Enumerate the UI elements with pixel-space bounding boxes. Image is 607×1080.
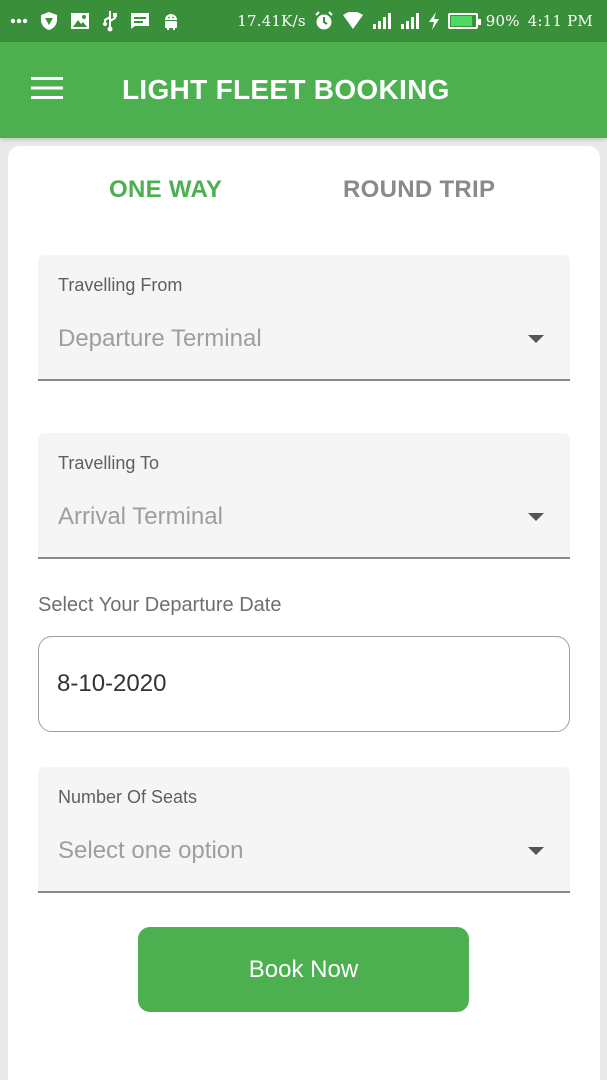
status-bar: 17.41K/s 90% 4:11 PM	[0, 0, 607, 42]
travelling-to-label: Travelling To	[58, 453, 160, 473]
book-now-button[interactable]: Book Now	[138, 927, 469, 1012]
status-bar-right: 17.41K/s 90% 4:11 PM	[237, 10, 593, 32]
wifi-icon	[342, 10, 364, 32]
alarm-icon	[314, 10, 334, 32]
menu-button[interactable]	[16, 59, 78, 121]
battery-percent: 90%	[485, 12, 520, 30]
dropdown-arrow-icon	[528, 847, 544, 855]
dropdown-arrow-icon	[528, 513, 544, 521]
vpn-shield-icon	[40, 10, 58, 32]
number-of-seats-value: Select one option	[58, 837, 244, 864]
travelling-to-value: Arrival Terminal	[58, 503, 223, 530]
usb-icon	[102, 10, 118, 32]
travelling-from-select[interactable]: Travelling From Departure Terminal	[38, 255, 570, 381]
app-bar: LIGHT FLEET BOOKING	[0, 42, 607, 138]
travelling-to-select[interactable]: Travelling To Arrival Terminal	[38, 433, 570, 559]
charging-icon	[428, 10, 440, 32]
tab-round-trip[interactable]: ROUND TRIP	[343, 176, 495, 204]
tab-one-way[interactable]: ONE WAY	[109, 176, 222, 204]
signal-icon	[400, 10, 420, 32]
travelling-from-value: Departure Terminal	[58, 325, 262, 352]
status-bar-left	[10, 10, 180, 32]
hamburger-menu-icon	[31, 76, 63, 104]
battery-icon	[447, 13, 481, 29]
app-title: LIGHT FLEET BOOKING	[122, 74, 450, 105]
network-speed: 17.41K/s	[237, 12, 306, 30]
travelling-from-label: Travelling From	[58, 275, 183, 295]
image-icon	[70, 10, 90, 32]
departure-date-input[interactable]	[38, 636, 570, 732]
signal-icon	[372, 10, 392, 32]
number-of-seats-select[interactable]: Number Of Seats Select one option	[38, 767, 570, 893]
more-dots-icon	[10, 10, 28, 32]
departure-date-label: Select Your Departure Date	[38, 594, 282, 616]
dropdown-arrow-icon	[528, 335, 544, 343]
clock: 4:11 PM	[527, 12, 593, 30]
number-of-seats-label: Number Of Seats	[58, 787, 198, 807]
message-icon	[130, 10, 150, 32]
android-icon	[162, 10, 180, 32]
booking-card: ONE WAY ROUND TRIP Travelling From Depar…	[8, 146, 600, 1080]
trip-type-tabs: ONE WAY ROUND TRIP	[8, 176, 600, 220]
